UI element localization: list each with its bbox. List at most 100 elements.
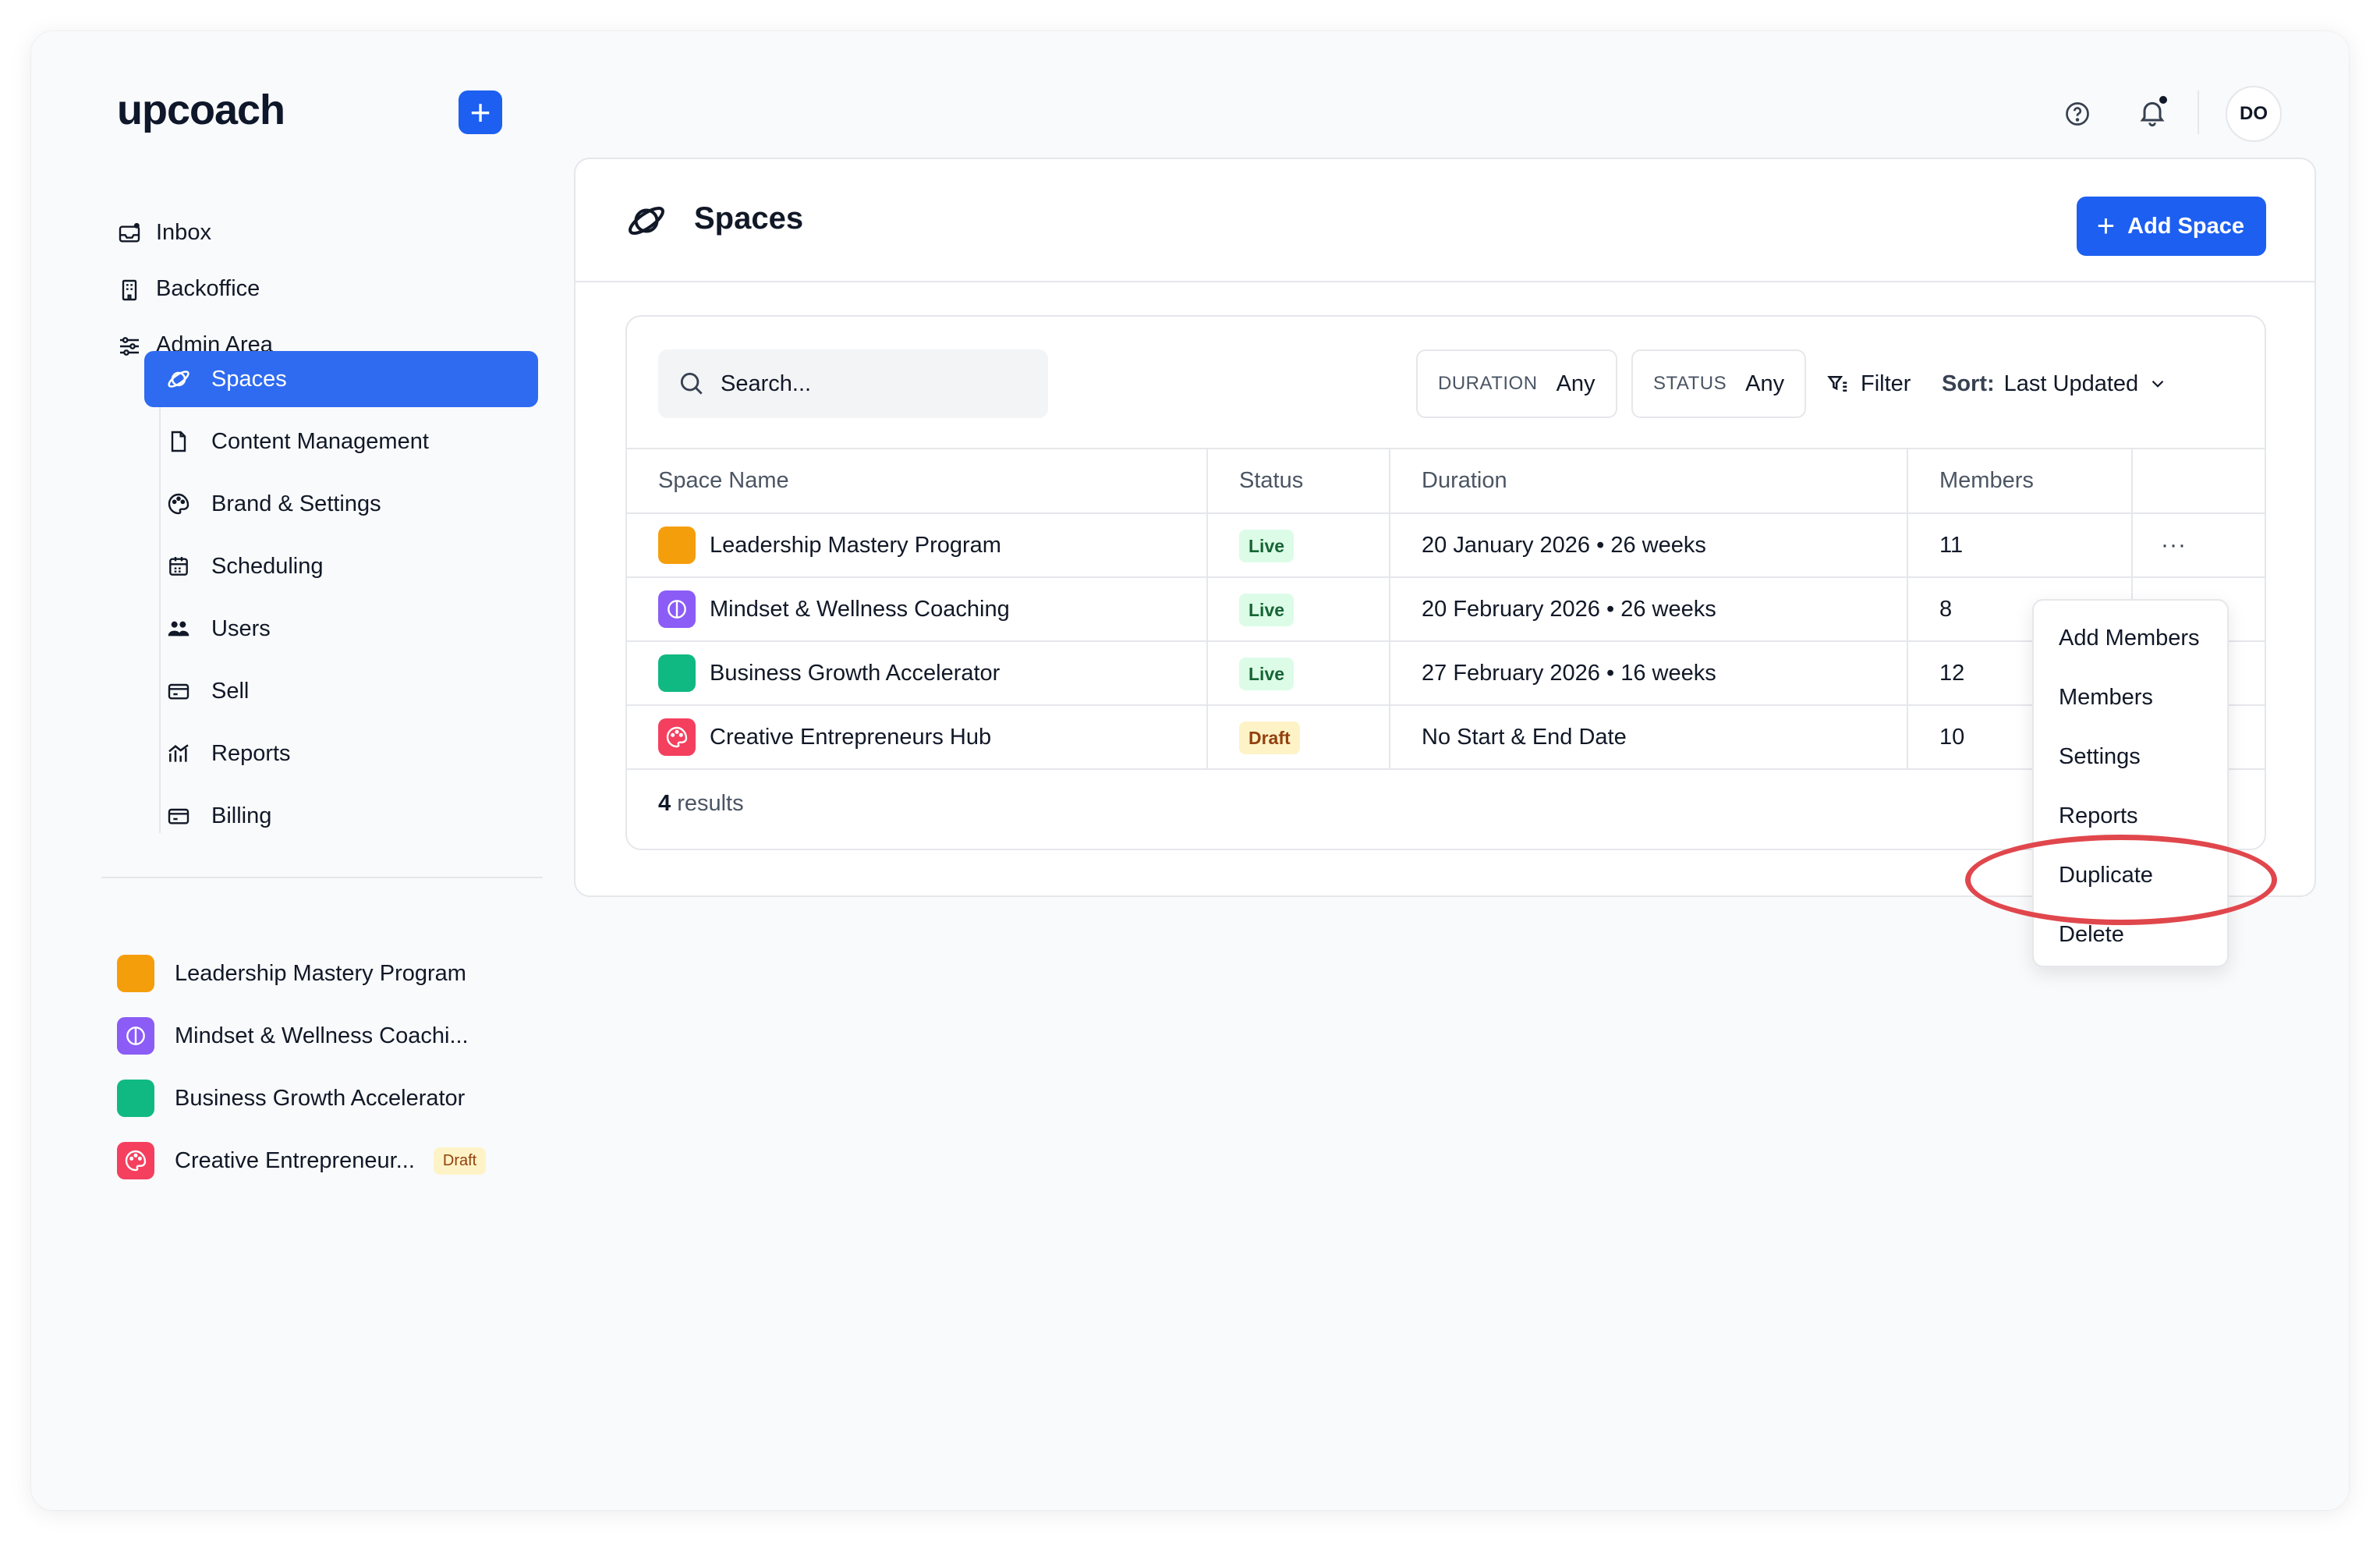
sidebar-item-sell[interactable]: Sell [144,663,538,719]
space-color-icon [658,654,696,692]
filter-label: Filter [1861,371,1911,396]
filter-button[interactable]: Filter [1826,349,1911,418]
status-filter[interactable]: STATUS Any [1631,349,1807,418]
building-icon [122,279,137,301]
sidebar-item-label: Content Management [211,428,429,454]
table-header-row: Space Name Status Duration Members [627,449,2265,514]
palette-icon [117,1142,154,1179]
chevron-down-icon [2152,380,2164,388]
sidebar-item-backoffice[interactable]: Backoffice [117,261,554,317]
sidebar-item-brand-settings[interactable]: Brand & Settings [144,476,538,532]
sidebar-item-content-management[interactable]: Content Management [144,413,538,470]
calendar-icon [169,557,188,576]
upcoach-logo[interactable]: upcoach [117,86,285,134]
palette-icon [658,718,696,756]
column-header-space-name[interactable]: Space Name [627,449,1208,514]
sidebar-item-label: Brand & Settings [211,491,381,516]
menu-item-add-members[interactable]: Add Members [2034,608,2227,668]
sidebar-item-users[interactable]: Users [144,601,538,657]
brain-icon [658,590,696,628]
column-header-actions [2132,449,2265,514]
card-icon [168,808,189,824]
inbox-icon [119,222,140,243]
members-cell: 11 [1907,513,2133,578]
add-space-button[interactable]: + Add Space [2076,197,2266,256]
sidebar-item-inbox[interactable]: Inbox [117,204,554,261]
panel-header: Spaces + Add Space [576,159,2314,282]
status-filter-label: STATUS [1653,373,1727,394]
results-number: 4 [658,791,671,816]
status-badge: Draft [1239,721,1300,754]
duration-cell: 20 January 2026 • 26 weeks [1390,513,1908,578]
create-new-button[interactable]: + [459,90,502,134]
sidebar-item-label: Inbox [156,219,211,245]
space-name[interactable]: Mindset & Wellness Coaching [710,597,1010,622]
sidebar-space-label: Leadership Mastery Program [175,960,466,986]
sidebar-spaces-list: Leadership Mastery Program Mindset & Wel… [117,942,554,1192]
sidebar-nav: Inbox Backoffice Admin Area [117,204,554,373]
table-row[interactable]: Mindset & Wellness Coaching Live 20 Febr… [627,577,2265,642]
duration-cell: 27 February 2026 • 16 weeks [1390,641,1908,706]
spaces-table-card: Search... DURATION Any STATUS Any Filter… [625,315,2266,850]
column-header-status[interactable]: Status [1207,449,1390,514]
duration-filter-value: Any [1556,371,1596,396]
plus-icon: + [2096,209,2116,243]
admin-submenu: Spaces Content Management Brand & Settin… [144,351,538,850]
add-space-label: Add Space [2127,213,2244,239]
status-badge: Live [1239,529,1294,562]
space-name[interactable]: Business Growth Accelerator [710,661,1000,686]
file-icon [171,431,186,452]
sidebar-item-spaces[interactable]: Spaces [144,351,538,407]
column-header-duration[interactable]: Duration [1390,449,1908,514]
header-separator [2198,90,2199,134]
sidebar-space-label: Creative Entrepreneur... [175,1147,415,1173]
avatar[interactable]: DO [2226,86,2282,142]
sidebar-item-billing[interactable]: Billing [144,788,538,844]
sidebar-item-label: Users [211,615,271,641]
duplicate-highlight-ellipse [1965,835,2277,925]
search-input[interactable]: Search... [658,349,1048,418]
space-name[interactable]: Leadership Mastery Program [710,533,1001,558]
brain-icon [117,1017,154,1055]
chart-icon [168,744,189,762]
search-placeholder: Search... [721,371,812,396]
column-header-members[interactable]: Members [1907,449,2133,514]
sidebar-space-leadership[interactable]: Leadership Mastery Program [117,942,554,1005]
results-label: results [677,791,744,816]
sidebar-divider [101,877,543,878]
sort-dropdown[interactable]: Sort: Last Updated [1942,349,2168,418]
spaces-table: Space Name Status Duration Members Leade… [627,449,2265,770]
table-row[interactable]: Creative Entrepreneurs Hub Draft No Star… [627,705,2265,770]
sidebar-item-label: Sell [211,678,250,704]
table-row[interactable]: Business Growth Accelerator Live 27 Febr… [627,641,2265,706]
app-window: upcoach + Inbox Backoffice Admin Area Sp… [31,31,2349,1510]
space-color-icon [658,527,696,564]
draft-badge: Draft [433,1147,487,1175]
palette-icon [168,493,189,515]
status-badge: Live [1239,657,1294,690]
menu-item-settings[interactable]: Settings [2034,727,2227,786]
help-icon[interactable] [2063,100,2091,128]
menu-item-members[interactable]: Members [2034,668,2227,727]
planet-icon [168,371,189,388]
search-icon [680,372,703,395]
sidebar-space-label: Mindset & Wellness Coachi... [175,1023,469,1048]
sidebar-item-reports[interactable]: Reports [144,725,538,782]
space-name[interactable]: Creative Entrepreneurs Hub [710,725,991,750]
sliders-icon [120,337,139,356]
duration-cell: No Start & End Date [1390,705,1908,770]
sidebar-item-label: Billing [211,803,272,828]
notification-dot [2157,94,2169,106]
sidebar-item-scheduling[interactable]: Scheduling [144,538,538,594]
sidebar-item-label: Spaces [211,366,287,392]
row-menu-button[interactable]: ··· [2161,532,2187,558]
sidebar-space-mindset[interactable]: Mindset & Wellness Coachi... [117,1005,554,1067]
sidebar-item-label: Scheduling [211,553,324,579]
sidebar-space-business-growth[interactable]: Business Growth Accelerator [117,1067,554,1129]
status-filter-value: Any [1745,371,1785,396]
sidebar-space-creative[interactable]: Creative Entrepreneur... Draft [117,1129,554,1192]
duration-cell: 20 February 2026 • 26 weeks [1390,577,1908,642]
sidebar-space-label: Business Growth Accelerator [175,1085,466,1111]
duration-filter[interactable]: DURATION Any [1416,349,1617,418]
table-row[interactable]: Leadership Mastery Program Live 20 Janua… [627,513,2265,578]
